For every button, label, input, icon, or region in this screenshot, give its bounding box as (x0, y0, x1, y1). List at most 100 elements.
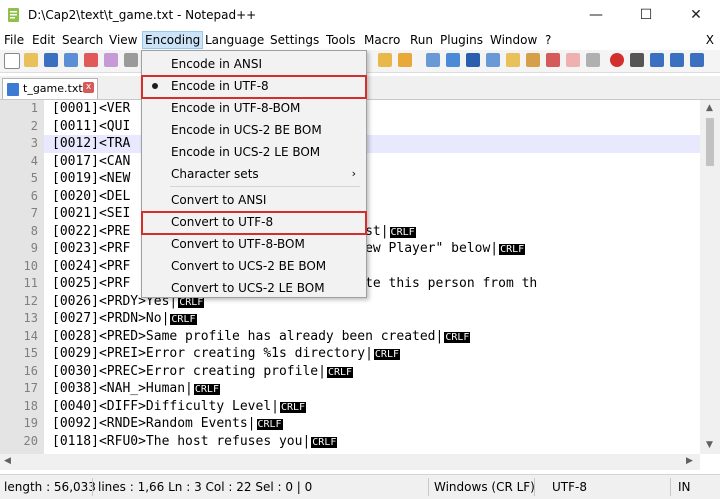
scroll-down-icon[interactable]: ▼ (706, 440, 713, 450)
menu-settings[interactable]: Settings (270, 33, 319, 47)
show-all-chars-icon[interactable] (466, 53, 480, 67)
monitoring-icon[interactable] (566, 53, 580, 67)
eye-icon[interactable] (586, 53, 600, 67)
save-icon[interactable] (44, 53, 58, 67)
code-line: [0020]<DEL (52, 188, 130, 206)
code-line: [0030]<PREC>Error creating profile| CRLF (52, 363, 354, 382)
menu-item-label: Character sets (171, 167, 259, 181)
function-list-icon[interactable] (526, 53, 540, 67)
menu-window[interactable]: Window (490, 33, 537, 47)
menu-item-convert-to-ansi[interactable]: Convert to ANSI (142, 190, 366, 211)
line-number: 15 (23, 346, 38, 360)
line-number: 5 (30, 171, 38, 185)
line-number: 10 (23, 258, 38, 273)
menu-item-convert-to-ucs-2-be-bom[interactable]: Convert to UCS-2 BE BOM (142, 256, 366, 277)
code-line: [0019]<NEW (52, 170, 130, 188)
menu-edit[interactable]: Edit (32, 33, 55, 47)
menu-item-convert-to-utf-8-bom[interactable]: Convert to UTF-8-BOM (142, 234, 366, 255)
scroll-right-icon[interactable]: ▶ (686, 456, 693, 466)
close-icon[interactable] (84, 53, 98, 67)
menu-item-encode-in-ansi[interactable]: Encode in ANSI (142, 54, 366, 75)
zoom-in-icon[interactable] (378, 53, 392, 67)
crlf-badge: CRLF (326, 366, 354, 378)
cut-icon[interactable] (124, 53, 138, 67)
menu-item-label: Convert to ANSI (171, 193, 267, 207)
maximize-button[interactable]: ☐ (626, 4, 666, 26)
menu-encoding[interactable]: Encoding (142, 31, 204, 49)
code-text: [0028]<PRED>Same profile has already bee… (52, 328, 444, 344)
line-number: 14 (23, 328, 38, 343)
code-text: [0029]<PREI>Error creating %1s directory… (52, 346, 373, 361)
code-text: [0038]<NAH_>Human| (52, 381, 193, 396)
code-line: [0017]<CAN (52, 153, 130, 171)
line-number: 8 (30, 223, 38, 238)
menu-item-encode-in-utf-8-bom[interactable]: Encode in UTF-8-BOM (142, 98, 366, 119)
close-window-button[interactable]: ✕ (676, 4, 716, 26)
play-macro-icon[interactable] (650, 53, 664, 67)
tab-close-icon[interactable]: x (83, 82, 94, 93)
new-file-icon[interactable] (4, 53, 20, 69)
word-wrap-icon[interactable] (446, 53, 460, 67)
code-line: [0092]<RNDE>Random Events| CRLF (52, 415, 283, 434)
code-line: [0029]<PREI>Error creating %1s directory… (52, 345, 400, 364)
status-separator (92, 478, 93, 496)
tab-t-game[interactable]: t_game.txt x (2, 78, 98, 99)
menu-item-encode-in-ucs-2-be-bom[interactable]: Encode in UCS-2 BE BOM (142, 120, 366, 141)
vertical-scrollbar[interactable]: ▲ ▼ (700, 100, 720, 454)
doc-map-icon[interactable] (506, 53, 520, 67)
sync-scroll-icon[interactable] (426, 53, 440, 67)
horizontal-scrollbar[interactable]: ◀ ▶ (0, 454, 700, 470)
menu-view[interactable]: View (109, 33, 137, 47)
folder-workspace-icon[interactable] (546, 53, 560, 67)
zoom-out-icon[interactable] (398, 53, 412, 67)
code-text: [0012]<TRA (52, 136, 131, 151)
line-number: 11 (23, 276, 38, 290)
menu-item-label: Encode in ANSI (171, 57, 263, 71)
menu-item-character-sets[interactable]: Character sets › (142, 164, 366, 185)
tab-label: t_game.txt (23, 82, 83, 95)
status-bar: length : 56,033 lines : 1,66 Ln : 3 Col … (0, 474, 720, 499)
code-text: [0017]<CAN (52, 153, 131, 169)
open-file-icon[interactable] (24, 53, 38, 67)
code-line: [0001]<VER (52, 100, 130, 118)
highlight-box-encode-utf8 (141, 75, 367, 99)
code-line: [0038]<NAH_>Human| CRLF (52, 380, 220, 399)
menu-search[interactable]: Search (62, 33, 103, 47)
record-macro-icon[interactable] (610, 53, 624, 67)
menu-item-label: Encode in UCS-2 LE BOM (171, 145, 321, 159)
menu-item-label: Encode in UTF-8-BOM (171, 101, 301, 115)
code-text: [0001]<VER (52, 101, 131, 116)
line-number: 18 (23, 398, 38, 413)
menu-run[interactable]: Run (410, 33, 433, 47)
line-number: 9 (30, 241, 38, 255)
submenu-arrow-icon: › (351, 167, 356, 180)
vertical-scroll-thumb[interactable] (706, 118, 714, 166)
window-title: D:\Cap2\text\t_game.txt - Notepad++ (28, 8, 257, 22)
code-line: [0011]<QUI (52, 118, 130, 136)
menu-language[interactable]: Language (205, 33, 264, 47)
indent-guide-icon[interactable] (486, 53, 500, 67)
scroll-up-icon[interactable]: ▲ (706, 103, 713, 113)
menu-help[interactable]: ? (545, 33, 551, 47)
save-all-icon[interactable] (64, 53, 78, 67)
scroll-left-icon[interactable]: ◀ (4, 456, 11, 466)
menu-file[interactable]: File (4, 33, 24, 47)
line-number: 13 (23, 311, 38, 325)
menu-item-convert-to-ucs-2-le-bom[interactable]: Convert to UCS-2 LE BOM (142, 278, 366, 299)
run-macro-multiple-icon[interactable] (670, 53, 684, 67)
crlf-badge: CRLF (311, 436, 338, 448)
code-text: [0021]<SEI (52, 206, 131, 221)
print-icon[interactable] (104, 53, 118, 67)
status-position: lines : 1,66 Ln : 3 Col : 22 Sel : 0 | 0 (98, 480, 313, 494)
status-insert-mode: IN (678, 480, 691, 494)
menu-macro[interactable]: Macro (364, 33, 400, 47)
menu-tools[interactable]: Tools (326, 33, 356, 47)
minimize-button[interactable]: — (576, 4, 616, 26)
stop-macro-icon[interactable] (630, 53, 644, 67)
save-macro-icon[interactable] (690, 53, 704, 67)
menu-plugins[interactable]: Plugins (440, 33, 483, 47)
menu-item-encode-in-ucs-2-le-bom[interactable]: Encode in UCS-2 LE BOM (142, 142, 366, 163)
close-document-icon[interactable]: X (706, 33, 714, 47)
code-line: [0028]<PRED>Same profile has already bee… (52, 328, 471, 347)
code-text: [0040]<DIFF>Difficulty Level| (52, 398, 279, 414)
